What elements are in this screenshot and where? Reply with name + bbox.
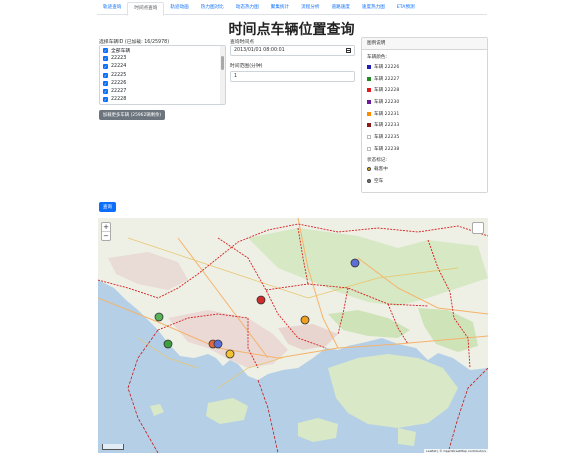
load-more-button[interactable]: 加载更多车辆 (25962辆剩余) [99,110,165,120]
vehicle-list-item-label: 22227 [111,89,127,95]
tab-1[interactable]: 时间点查询 [127,2,165,16]
zoom-control: + − [101,222,111,241]
legend-item: 车辆 22238 [362,143,487,155]
vehicle-list-item-label: 22224 [111,64,127,70]
vehicle-list-item[interactable]: ✓ 22226 [100,79,225,87]
legend-swatch [367,76,371,81]
query-time-input[interactable]: 2013/01/01 08:00:01 [230,45,355,56]
legend-item: 车辆 22227 [362,73,487,85]
legend-status-label: 空车 [374,179,384,185]
legend-item-label: 车辆 22228 [374,88,400,94]
tab-7[interactable]: 道路速度 [326,2,356,15]
time-range-label: 时间范围(分钟) [230,64,263,69]
legend-status-item: 载客中 [362,164,487,176]
legend-item: 车辆 22233 [362,119,487,131]
calendar-icon[interactable] [346,48,351,53]
tab-9[interactable]: ETA预测 [391,2,421,15]
page-title: 时间点车辆位置查询 [228,22,355,38]
vehicle-list-item[interactable]: ✓ 22228 [100,96,225,104]
tab-2[interactable]: 轨迹动画 [164,2,194,15]
nav-tabs: 轨迹查询 时间点查询 轨迹动画 热力图对比 动态热力图 聚集统计 流程分析 道路速度 速度热力图… [97,2,487,16]
layers-icon[interactable] [472,222,484,234]
legend-item-label: 车辆 22230 [374,99,400,105]
checkbox[interactable]: ✓ [103,64,108,70]
legend-item-label: 车辆 22231 [374,111,400,117]
vehicle-list-item[interactable]: ✓ 22224 [100,63,225,71]
tab-6[interactable]: 流程分析 [295,2,325,15]
legend-item-label: 车辆 22238 [374,146,400,152]
map-tiles [98,218,488,453]
tab-4[interactable]: 动态热力图 [230,2,265,15]
zoom-out-button[interactable]: − [102,232,110,241]
legend-status-label: 状态标记: [367,157,387,163]
query-time-label: 查询时间点 [230,40,254,45]
status-swatch [367,179,371,184]
checkbox[interactable]: ✓ [103,72,108,78]
legend-item: 车辆 22226 [362,61,487,73]
legend-swatch [367,146,371,151]
legend-swatch [367,123,371,128]
map[interactable]: + − Leaflet | © OpenStreetMap contributo… [98,218,488,453]
legend-status-label: 载客中 [374,167,388,173]
time-range-value: 1 [234,74,238,79]
legend-swatch [367,99,371,104]
vehicle-list-item-label: 22226 [111,80,127,86]
legend-swatch [367,88,371,93]
legend-title: 图例说明 [362,38,487,50]
vehicle-list-scrollbar[interactable] [220,46,225,104]
checkbox[interactable]: ✓ [103,55,108,61]
query-time-value: 2013/01/01 08:00:01 [234,48,285,53]
vehicle-list-item-label: 22223 [111,55,127,61]
checkbox[interactable]: ✓ [103,80,108,86]
vehicle-list-item-label: 22225 [111,72,127,78]
vehicle-list-item[interactable]: ✓ 22225 [100,71,225,79]
legend-item: 车辆 22231 [362,108,487,120]
vehicle-list-item[interactable]: ✓ 22223 [100,54,225,62]
vehicle-list-item[interactable]: ✓ 22227 [100,87,225,95]
legend-item: 车辆 22235 [362,131,487,143]
legend-status-item: 空车 [362,175,487,187]
scale-bar [102,444,124,450]
tab-8[interactable]: 速度热力图 [356,2,391,15]
vehicle-list-item[interactable]: ✓ 全部车辆 [100,46,225,54]
legend-swatch [367,111,371,116]
checkbox[interactable]: ✓ [103,47,108,53]
map-attribution: Leaflet | © OpenStreetMap contributors [424,449,488,453]
status-swatch [367,167,371,172]
time-range-input[interactable]: 1 [230,71,355,82]
legend-item: 车辆 22228 [362,84,487,96]
legend-vehicle-color-label: 车辆颜色: [367,55,387,60]
checkbox[interactable]: ✓ [103,89,108,95]
query-button[interactable]: 查询 [99,202,116,212]
checkbox[interactable]: ✓ [103,97,108,103]
legend-item-label: 车辆 22233 [374,123,400,129]
tab-0[interactable]: 轨迹查询 [97,2,127,15]
legend-item-label: 车辆 22226 [374,64,400,70]
legend-item: 车辆 22230 [362,96,487,108]
tab-5[interactable]: 聚集统计 [265,2,295,15]
legend-item-label: 车辆 22227 [374,76,400,82]
tab-3[interactable]: 热力图对比 [195,2,230,15]
legend-card: 图例说明 车辆颜色: 车辆 22226 车辆 22227 车辆 22228 车辆 22… [361,37,488,193]
vehicle-list-item-label: 全部车辆 [111,48,131,54]
vehicle-list-item-label: 22228 [111,97,127,103]
legend-swatch [367,134,371,139]
vehicle-list[interactable]: ✓ 全部车辆 ✓ 22223 ✓ 22224 ✓ 22225 ✓ 22226 ✓ 22227 ✓ 2222… [99,45,226,105]
vehicle-select-label: 选择车辆ID (已加载: 16/25978) [99,40,170,45]
legend-item-label: 车辆 22235 [374,134,400,140]
zoom-in-button[interactable]: + [102,223,110,232]
legend-swatch [367,64,371,69]
